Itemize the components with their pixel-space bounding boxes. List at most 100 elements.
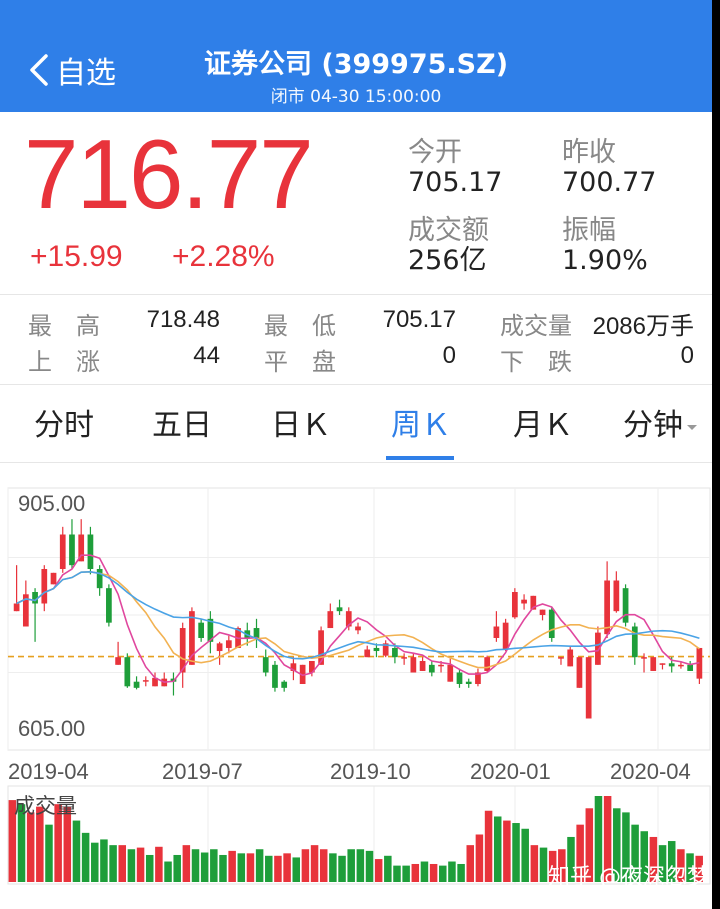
watermark: 知乎 @夜深忽梦 <box>548 865 709 890</box>
turnover-label: 成交额 <box>408 215 489 246</box>
tab-intraday[interactable]: 分时 <box>22 400 106 450</box>
candle-body <box>13 603 20 612</box>
candle-body <box>272 664 278 688</box>
candle-body <box>87 534 94 569</box>
tab-minute[interactable]: 分钟 <box>614 400 708 450</box>
candle-body <box>502 622 509 650</box>
volume-bar <box>26 812 35 882</box>
candle-body <box>262 657 269 673</box>
up-value: 44 <box>193 342 220 369</box>
volume-bar <box>173 854 181 882</box>
candle-body <box>604 580 610 635</box>
candle-body <box>484 657 491 671</box>
candle-body <box>69 534 75 566</box>
candle-body <box>96 569 103 589</box>
candle-body <box>355 626 361 631</box>
prev-close-block: 昨收 700.77 <box>562 138 656 198</box>
kline-chart[interactable]: 905.00 605.00 2019-04 2019-07 2019-10 2020-01… <box>0 478 712 909</box>
candle-body <box>198 622 205 638</box>
volume-bar <box>164 861 172 882</box>
volume-bar <box>118 845 127 882</box>
volume-bar <box>420 861 429 882</box>
screen-edge <box>712 0 720 909</box>
volume-bar <box>319 849 328 882</box>
high-value: 718.48 <box>146 306 220 333</box>
tab-five-day[interactable]: 五日 <box>140 400 224 450</box>
volume-bar <box>228 850 236 882</box>
volume-bar <box>539 847 548 882</box>
candle-body <box>622 588 629 623</box>
volume-bar <box>200 852 209 882</box>
volume-bar <box>393 865 401 882</box>
candle-body <box>687 664 694 671</box>
open-value: 705.17 <box>408 167 503 198</box>
candle-body <box>576 657 583 688</box>
candle-body <box>124 657 131 687</box>
divider <box>0 384 712 385</box>
candle-body <box>410 657 417 673</box>
prev-close-label: 昨收 <box>562 137 616 168</box>
volume-bar <box>475 834 484 882</box>
caret-down-icon <box>687 424 697 430</box>
volume-bar <box>182 845 191 882</box>
tab-daily-k[interactable]: 日Ｋ <box>256 400 346 450</box>
high-label: 最 高 <box>28 312 100 340</box>
candle-body <box>585 657 592 719</box>
volume-bar <box>45 824 53 882</box>
volume-bar <box>246 853 255 882</box>
volume-bar <box>265 855 273 882</box>
low-label: 最 低 <box>264 312 336 340</box>
candle-body <box>465 681 472 684</box>
x-tick-label: 2020-01 <box>470 759 551 784</box>
candle-body <box>115 657 121 665</box>
up-label: 上 涨 <box>28 348 100 376</box>
volume-bar <box>374 859 383 882</box>
volume-bar <box>512 823 520 882</box>
volume-bar <box>457 863 465 882</box>
price-change: +15.99 <box>30 240 123 273</box>
volume-bar <box>365 850 374 882</box>
candle-body <box>567 649 574 667</box>
candle-body <box>511 592 518 618</box>
candle-body <box>281 681 288 688</box>
candle-body <box>650 657 657 671</box>
candle-body <box>392 647 398 658</box>
candle-body <box>50 572 57 585</box>
active-tab-indicator <box>386 456 454 460</box>
candle-body <box>428 664 435 673</box>
candle-body <box>493 626 500 638</box>
app-screen: 自选 证券公司 (399975.SZ) 闭市 04-30 15:00:00 71… <box>0 0 712 909</box>
candle-body <box>364 649 371 658</box>
volume-bar <box>484 810 493 882</box>
volume-bar <box>91 842 99 882</box>
volume-pane-label: 成交量 <box>14 794 77 818</box>
divider <box>0 294 712 295</box>
candle-body <box>678 664 684 667</box>
volume-bar <box>356 849 365 882</box>
open-label: 今开 <box>408 137 462 168</box>
tab-weekly-k[interactable]: 周Ｋ <box>378 400 464 450</box>
candle-body <box>401 657 407 659</box>
volume-value: 2086万手 <box>592 313 694 340</box>
tab-minute-label: 分钟 <box>623 408 683 443</box>
volume-bar <box>219 854 227 882</box>
tab-monthly-k[interactable]: 月Ｋ <box>498 400 588 450</box>
flat-value: 0 <box>442 342 456 369</box>
volume-bar <box>493 816 502 882</box>
volume-bar <box>210 849 218 882</box>
candle-body <box>133 681 140 688</box>
turnover-block: 成交额 256亿 <box>408 216 489 276</box>
volume-bar <box>338 855 346 882</box>
candle-body <box>539 609 546 615</box>
price-min-label: 605.00 <box>18 716 85 741</box>
x-tick-label: 2019-10 <box>330 759 411 784</box>
market-status: 闭市 04-30 15:00:00 <box>270 87 442 107</box>
candle-body <box>641 657 647 659</box>
nav-header: 自选 证券公司 (399975.SZ) 闭市 04-30 15:00:00 <box>0 0 712 112</box>
candle-body <box>419 661 426 671</box>
volume-label: 成交量 <box>500 312 572 340</box>
volume-bar <box>81 832 90 882</box>
volume-bar <box>292 857 301 882</box>
volume-bar <box>72 820 81 882</box>
volume-bar <box>411 863 420 882</box>
